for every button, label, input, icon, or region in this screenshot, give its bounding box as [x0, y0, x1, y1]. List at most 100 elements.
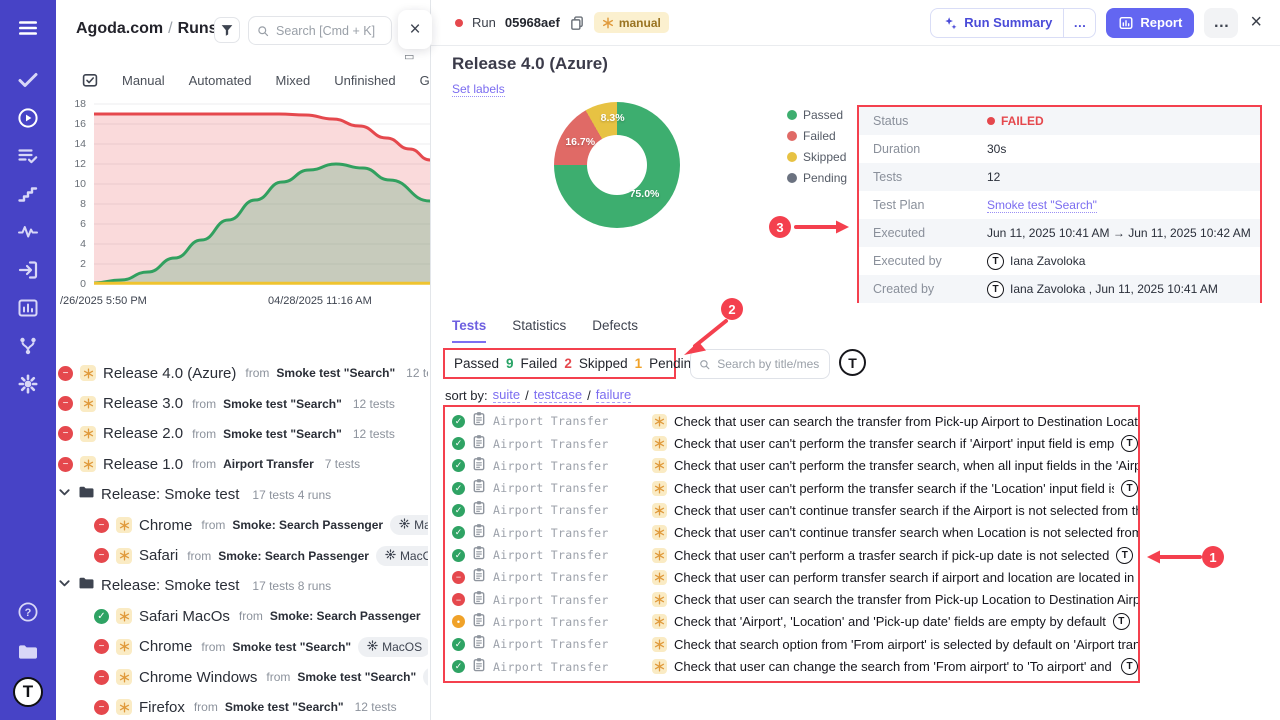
run-row[interactable]: −Release 2.0fromSmoke test "Search"12 te…	[58, 419, 428, 449]
steps-icon[interactable]	[10, 176, 46, 212]
left-search-input[interactable]	[274, 23, 383, 39]
breadcrumb-project[interactable]: Agoda.com	[76, 20, 163, 37]
test-row[interactable]: ✓Airport TransferCheck that user can't p…	[452, 478, 1138, 498]
chevron-wrap[interactable]	[58, 486, 71, 504]
menu-icon[interactable]	[10, 10, 46, 46]
summary-label: Created by	[859, 282, 987, 296]
run-row[interactable]: −Release 3.0fromSmoke test "Search"12 te…	[58, 388, 428, 418]
run-from-label: from	[192, 427, 216, 441]
runs-folder-row[interactable]: Release: Smoke test17 tests 8 runs	[58, 571, 428, 601]
run-row[interactable]: −ChromefromSmoke: Search PassengerMacOSC…	[58, 510, 428, 540]
set-labels-link[interactable]: Set labels	[452, 82, 505, 97]
legend-swatch	[787, 152, 797, 162]
more-options-button[interactable]: …	[1204, 8, 1238, 38]
donut-slice-label: 75.0%	[630, 188, 660, 200]
sort-bar: sort by: suite/testcase/failure	[445, 387, 631, 403]
chevron-wrap[interactable]	[58, 577, 71, 595]
run-summary-button[interactable]: Run Summary	[931, 15, 1063, 31]
sort-prefix: sort by:	[445, 388, 488, 403]
branch-icon[interactable]	[10, 328, 46, 364]
select-all-icon[interactable]	[82, 72, 98, 88]
left-tab-automated[interactable]: Automated	[189, 73, 252, 88]
run-meta: 12 tests	[353, 427, 395, 441]
clipboard-icon-wrap	[472, 434, 486, 454]
run-summary-more-button[interactable]: …	[1063, 9, 1095, 37]
dock-icon[interactable]: ▭	[404, 53, 424, 61]
run-row[interactable]: −Release 4.0 (Azure)fromSmoke test "Sear…	[58, 358, 428, 388]
test-row[interactable]: ✓Airport TransferCheck that user can't c…	[452, 523, 1138, 543]
assignee-avatar-button[interactable]: T	[839, 349, 866, 376]
runs-folder-row[interactable]: Release: Smoke test17 tests 4 runs	[58, 480, 428, 510]
run-tab-defects[interactable]: Defects	[592, 318, 638, 343]
report-chart-icon[interactable]	[10, 290, 46, 326]
sparkles-icon	[942, 15, 958, 31]
clipboard-icon-wrap	[472, 478, 486, 498]
env-badge-label: MacOS	[400, 549, 428, 563]
testomat-logo[interactable]: T	[10, 674, 46, 710]
filter-button[interactable]	[214, 17, 240, 43]
breadcrumb-section[interactable]: Runs	[178, 20, 218, 37]
run-summary-split-button: Run Summary …	[930, 8, 1096, 38]
tests-check-icon[interactable]	[10, 62, 46, 98]
list-check-icon[interactable]	[10, 138, 46, 174]
sort-separator: /	[525, 388, 529, 403]
test-row[interactable]: ✓Airport TransferCheck that search optio…	[452, 634, 1138, 654]
sort-link-suite[interactable]: suite	[493, 387, 520, 403]
sign-in-icon[interactable]	[10, 252, 46, 288]
report-button[interactable]: Report	[1106, 8, 1194, 38]
left-tab-unfinished[interactable]: Unfinished	[334, 73, 395, 88]
test-row[interactable]: −Airport TransferCheck that user can sea…	[452, 590, 1138, 610]
chevron-down-icon[interactable]	[58, 577, 71, 590]
assignee-avatar: T	[1121, 480, 1138, 497]
run-from-label: from	[192, 397, 216, 411]
run-row[interactable]: −Release 1.0fromAirport Transfer7 tests	[58, 449, 428, 479]
copy-icon[interactable]	[569, 15, 585, 31]
sort-link-failure[interactable]: failure	[596, 387, 631, 403]
count-label-passed[interactable]: Passed	[454, 356, 499, 371]
env-badge: MacOS	[358, 637, 428, 657]
run-meta: 12 tests	[355, 700, 397, 714]
run-row[interactable]: −FirefoxfromSmoke test "Search"12 tests	[58, 692, 428, 720]
chart-y-tick: 6	[80, 218, 86, 230]
test-row[interactable]: ✓Airport TransferCheck that user can't p…	[452, 456, 1138, 476]
run-tab-tests[interactable]: Tests	[452, 318, 486, 343]
sort-link-testcase[interactable]: testcase	[534, 387, 582, 403]
close-panel-button[interactable]: ×	[398, 10, 432, 49]
test-row[interactable]: ✓Airport TransferCheck that user can cha…	[452, 657, 1138, 677]
count-value-skipped[interactable]: 1	[635, 356, 643, 371]
test-row[interactable]: −Airport TransferCheck that user can per…	[452, 567, 1138, 587]
test-row[interactable]: ✓Airport TransferCheck that user can sea…	[452, 411, 1138, 431]
count-label-failed[interactable]: Failed	[521, 356, 558, 371]
test-row[interactable]: •Airport TransferCheck that 'Airport', '…	[452, 612, 1138, 632]
test-row[interactable]: ✓Airport TransferCheck that user can't p…	[452, 434, 1138, 454]
run-name: Release 2.0	[103, 425, 183, 442]
run-row[interactable]: ✓Safari MacOsfromSmoke: Search Passenger…	[58, 601, 428, 631]
left-tab-mixed[interactable]: Mixed	[276, 73, 311, 88]
assignee-avatar: T	[1116, 547, 1133, 564]
svg-text:?: ?	[25, 607, 32, 619]
test-title: Check that user can change the search fr…	[674, 659, 1114, 674]
run-status-icon: −	[58, 396, 73, 411]
test-row[interactable]: ✓Airport TransferCheck that user can't c…	[452, 500, 1138, 520]
manual-icon	[119, 641, 130, 652]
activity-icon[interactable]	[10, 214, 46, 250]
run-meta: 12 tests	[353, 397, 395, 411]
count-value-failed[interactable]: 2	[564, 356, 572, 371]
help-icon[interactable]: ?	[10, 594, 46, 630]
count-label-skipped[interactable]: Skipped	[579, 356, 628, 371]
run-tab-statistics[interactable]: Statistics	[512, 318, 566, 343]
summary-value-test-plan[interactable]: Smoke test "Search"	[987, 198, 1097, 213]
run-row[interactable]: −Chrome WindowsfromSmoke test "Search"Wi…	[58, 662, 428, 692]
run-row[interactable]: −SafarifromSmoke: Search PassengerMacOSS…	[58, 540, 428, 570]
test-title: Check that user can search the transfer …	[674, 414, 1138, 429]
gear-icon[interactable]	[10, 366, 46, 402]
count-value-passed[interactable]: 9	[506, 356, 514, 371]
manual-icon	[83, 398, 94, 409]
left-tab-manual[interactable]: Manual	[122, 73, 165, 88]
run-row[interactable]: −ChromefromSmoke test "Search"MacOSChrom…	[58, 632, 428, 662]
test-row[interactable]: ✓Airport TransferCheck that user can't p…	[452, 545, 1138, 565]
close-run-button[interactable]: ×	[1248, 11, 1264, 34]
folder-icon[interactable]	[10, 634, 46, 670]
chevron-down-icon[interactable]	[58, 486, 71, 499]
runs-play-circle-icon[interactable]	[10, 100, 46, 136]
